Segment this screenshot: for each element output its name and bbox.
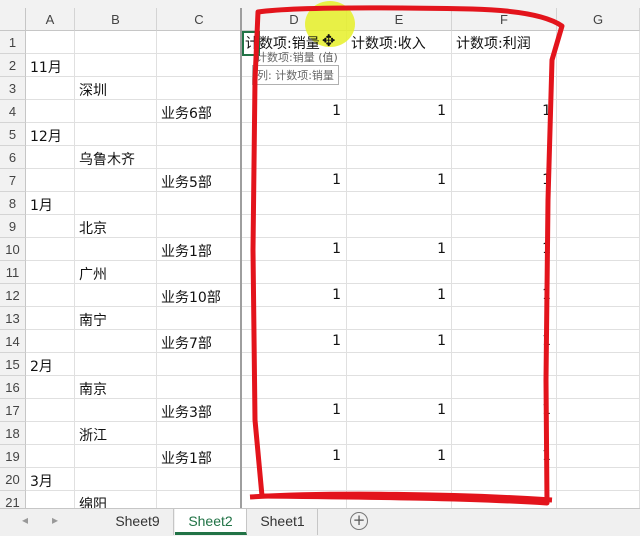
sheet-tab-bar: ◂ ▸ Sheet9 Sheet2 Sheet1 +: [0, 508, 640, 536]
scroll-left-icon[interactable]: ◂: [22, 513, 28, 527]
sheet-tab-sheet1[interactable]: Sheet1: [248, 509, 318, 535]
scroll-right-icon[interactable]: ▸: [52, 513, 58, 527]
annotation-box: [250, 5, 565, 506]
worksheet: ABCDEFG 1 2 3 4 5 6 7 8 9 10 11 12 13 14 15 16 17 18 19 20 2…: [0, 0, 640, 508]
annotation-overlay: [249, 5, 565, 506]
sheet-tab-sheet9[interactable]: Sheet9: [102, 509, 174, 535]
sheet-tab-sheet2[interactable]: Sheet2: [175, 509, 247, 535]
add-sheet-button[interactable]: +: [350, 512, 368, 530]
